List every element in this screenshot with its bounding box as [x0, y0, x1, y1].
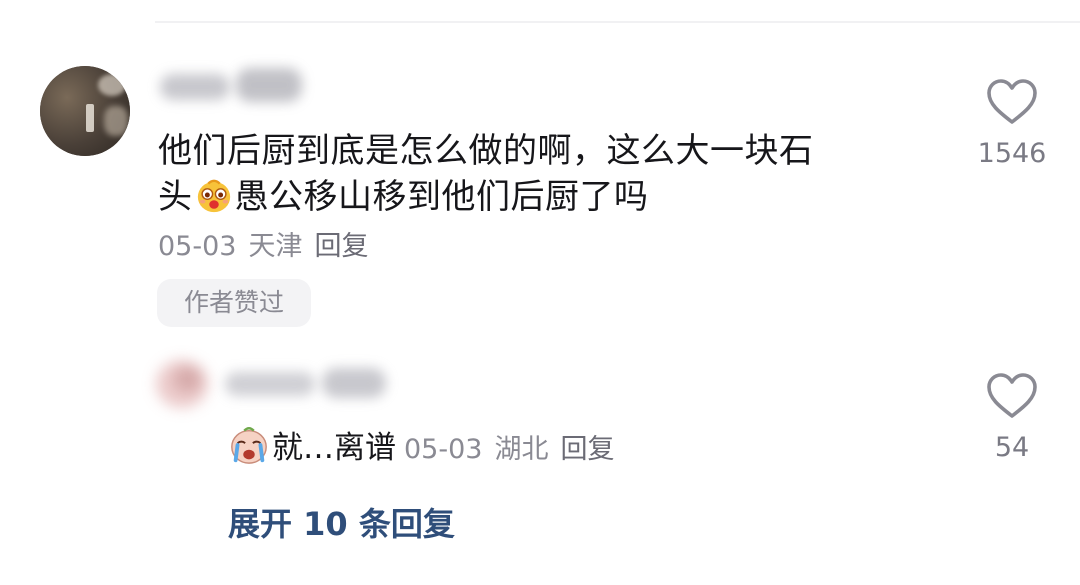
comment-location: 天津: [248, 231, 303, 262]
reply-content: 就…离谱 05-03 湖北 回复: [228, 424, 626, 472]
username-blurred[interactable]: [236, 68, 302, 102]
heart-outline-icon[interactable]: [985, 372, 1039, 420]
comment-text-line: 他们后厨到底是怎么做的啊，这么大一块石: [158, 131, 814, 171]
expand-replies-button[interactable]: 展开 10 条回复: [228, 502, 455, 546]
reply-meta: 05-03 湖北 回复: [404, 434, 626, 465]
comment-thread: 他们后厨到底是怎么做的啊，这么大一块石 头 愚公移山移到他们后厨了吗 05-03…: [0, 0, 1080, 585]
author-liked-badge: 作者赞过: [157, 279, 311, 327]
comment-text: 他们后厨到底是怎么做的啊，这么大一块石 头 愚公移山移到他们后厨了吗: [158, 128, 918, 220]
comment-text-line: 头 愚公移山移到他们后厨了吗: [158, 177, 649, 217]
comment-date: 05-03: [158, 231, 237, 262]
reply-button[interactable]: 回复: [314, 231, 368, 262]
like-count: 1546: [977, 138, 1047, 169]
username-blurred[interactable]: [322, 368, 386, 398]
heart-outline-icon[interactable]: [985, 78, 1039, 126]
reply-date: 05-03: [404, 434, 483, 465]
comment-meta: 05-03 天津 回复: [158, 229, 380, 265]
avatar[interactable]: [40, 66, 130, 156]
reply-button[interactable]: 回复: [560, 434, 614, 465]
like-count: 54: [994, 432, 1030, 463]
divider: [155, 21, 1080, 23]
avatar[interactable]: [152, 356, 216, 412]
reply-text: 就…离谱: [272, 430, 396, 466]
shocked-face-emoji-icon: [197, 179, 230, 213]
reply-location: 湖北: [494, 434, 549, 465]
crying-face-emoji-icon: [231, 427, 267, 464]
username-blurred[interactable]: [225, 372, 315, 396]
username-blurred[interactable]: [160, 74, 230, 100]
